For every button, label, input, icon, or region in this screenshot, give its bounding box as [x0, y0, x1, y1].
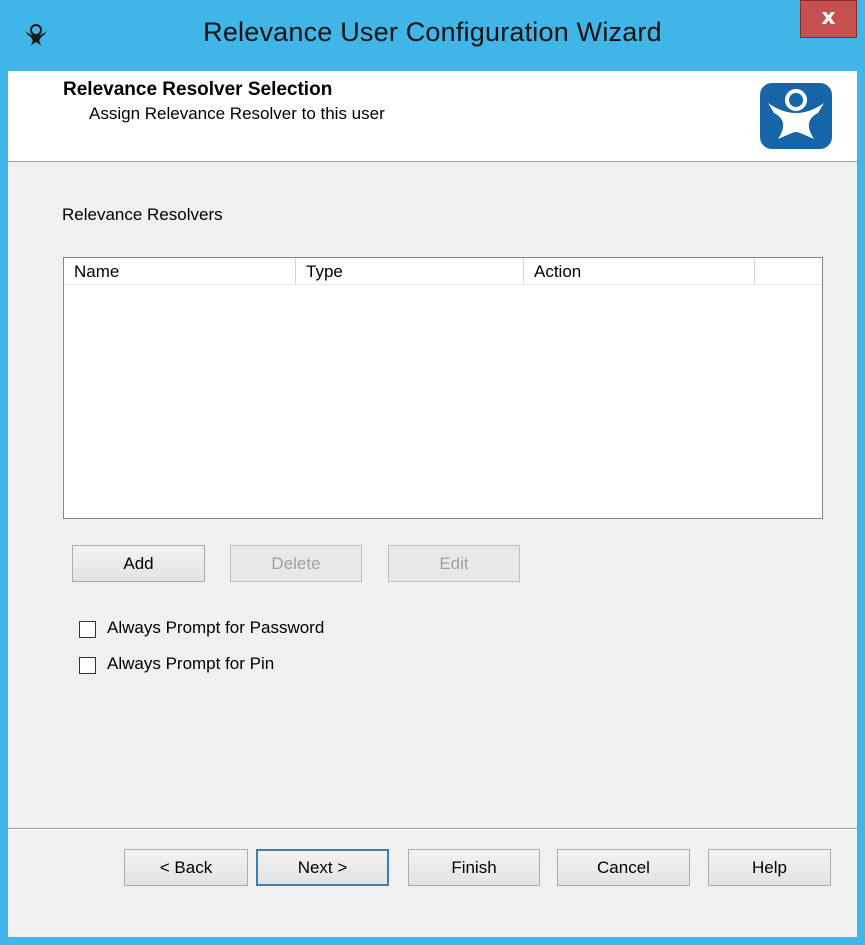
wizard-window: Relevance User Configuration Wizard x Re…: [0, 0, 865, 945]
page-title: Relevance Resolver Selection: [63, 79, 333, 100]
wizard-body: Relevance Resolver Selection Assign Rele…: [8, 71, 857, 937]
back-button[interactable]: < Back: [124, 849, 248, 886]
delete-button[interactable]: Delete: [230, 545, 362, 582]
column-header-filler: [755, 258, 822, 285]
resolvers-list[interactable]: Name Type Action: [63, 257, 823, 519]
close-icon: x: [821, 5, 836, 30]
always-prompt-password-label[interactable]: Always Prompt for Password: [107, 618, 324, 638]
resolvers-label: Relevance Resolvers: [62, 205, 223, 224]
column-header-type[interactable]: Type: [296, 258, 524, 285]
always-prompt-pin-checkbox[interactable]: [79, 657, 96, 674]
close-button[interactable]: x: [800, 0, 857, 38]
footer-divider: [8, 828, 857, 830]
thinman-logo-icon: [760, 83, 832, 149]
wizard-header: Relevance Resolver Selection Assign Rele…: [8, 71, 857, 162]
always-prompt-pin-label[interactable]: Always Prompt for Pin: [107, 654, 274, 674]
edit-button[interactable]: Edit: [388, 545, 520, 582]
cancel-button[interactable]: Cancel: [557, 849, 690, 886]
always-prompt-password-checkbox[interactable]: [79, 621, 96, 638]
next-button[interactable]: Next >: [256, 849, 389, 886]
list-header: Name Type Action: [64, 258, 822, 286]
column-header-name[interactable]: Name: [64, 258, 296, 285]
add-button[interactable]: Add: [72, 545, 205, 582]
title-bar[interactable]: Relevance User Configuration Wizard x: [0, 0, 865, 71]
page-subtitle: Assign Relevance Resolver to this user: [89, 104, 385, 123]
window-title: Relevance User Configuration Wizard: [203, 17, 662, 47]
column-header-action[interactable]: Action: [524, 258, 755, 285]
finish-button[interactable]: Finish: [408, 849, 540, 886]
help-button[interactable]: Help: [708, 849, 831, 886]
